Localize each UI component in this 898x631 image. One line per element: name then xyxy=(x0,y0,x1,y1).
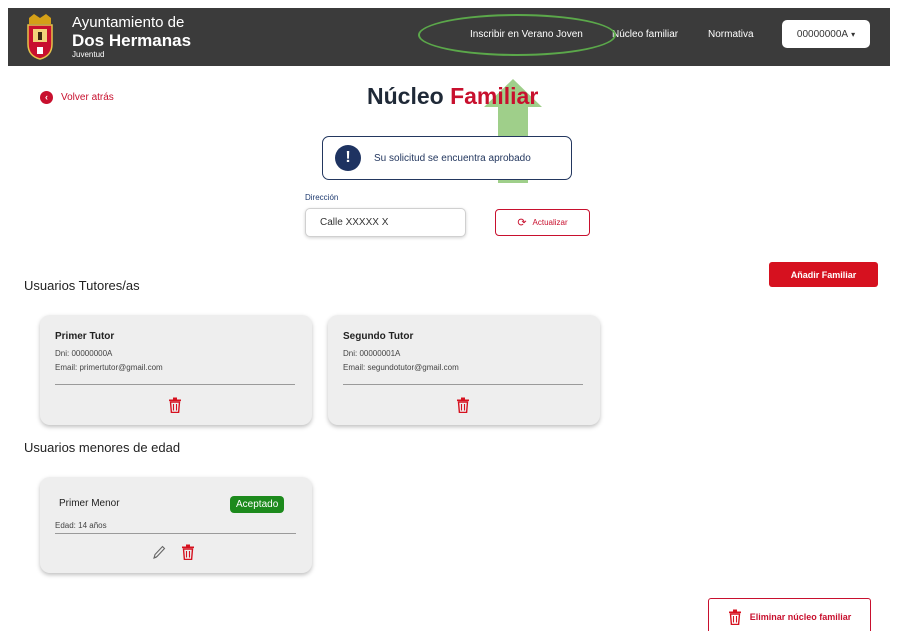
address-input[interactable] xyxy=(305,208,466,237)
trash-icon[interactable] xyxy=(168,397,182,413)
trash-icon[interactable] xyxy=(181,544,195,560)
refresh-button[interactable]: ⟳ Actualizar xyxy=(495,209,590,236)
trash-icon[interactable] xyxy=(456,397,470,413)
tutor-card: Segundo Tutor Dni: 00000001A Email: segu… xyxy=(328,315,600,425)
arrow-left-circle-icon: ‹ xyxy=(40,91,53,104)
status-badge: Aceptado xyxy=(230,496,285,513)
delete-family-unit-label: Eliminar núcleo familiar xyxy=(749,612,852,622)
minors-section-title: Usuarios menores de edad xyxy=(24,440,181,455)
tutor-card-title: Segundo Tutor xyxy=(343,331,414,342)
trash-icon xyxy=(728,609,741,625)
tutor-card-dni: Dni: 00000000A xyxy=(55,349,113,358)
add-family-member-button[interactable]: Añadir Familiar xyxy=(769,262,878,287)
tutor-card-email: Email: primertutor@gmail.com xyxy=(55,363,163,372)
nav-nucleo-familiar[interactable]: Núcleo familiar xyxy=(612,29,678,40)
coat-of-arms-logo xyxy=(27,14,53,60)
nav-inscribir-verano-joven[interactable]: Inscribir en Verano Joven xyxy=(470,29,583,40)
brand-title: Ayuntamiento de Dos Hermanas Juventud xyxy=(72,15,191,59)
address-label: Dirección xyxy=(305,193,339,202)
card-divider xyxy=(343,384,583,385)
status-alert: ! Su solicitud se encuentra aprobado xyxy=(322,136,572,180)
back-link[interactable]: ‹ Volver atrás xyxy=(40,91,114,104)
brand-line-2: Dos Hermanas xyxy=(72,31,192,50)
tutor-card: Primer Tutor Dni: 00000000A Email: prime… xyxy=(40,315,312,425)
refresh-button-label: Actualizar xyxy=(532,218,568,227)
refresh-icon: ⟳ xyxy=(517,217,527,229)
card-divider xyxy=(55,533,296,534)
brand-line-1: Ayuntamiento de xyxy=(72,14,185,31)
delete-family-unit-button[interactable]: Eliminar núcleo familiar xyxy=(708,598,871,631)
tutor-card-title: Primer Tutor xyxy=(55,331,115,342)
nav-normativa[interactable]: Normativa xyxy=(708,29,754,40)
status-alert-text: Su solicitud se encuentra aprobado xyxy=(374,152,531,164)
minor-card: Primer Menor Aceptado Edad: 14 años xyxy=(40,477,312,573)
exclamation-icon: ! xyxy=(335,145,361,171)
top-navbar: Ayuntamiento de Dos Hermanas Juventud In… xyxy=(8,8,890,66)
tutors-section-title: Usuarios Tutores/as xyxy=(24,278,140,293)
user-menu-label: 00000000A xyxy=(796,28,849,40)
minor-card-name: Primer Menor xyxy=(59,498,120,509)
chevron-down-icon: ▾ xyxy=(851,29,856,39)
user-menu-dropdown[interactable]: 00000000A ▾ xyxy=(782,20,870,48)
page-title-part-2: Familiar xyxy=(450,83,539,109)
brand-line-3: Juventud xyxy=(72,50,105,59)
minor-card-age: Edad: 14 años xyxy=(55,521,107,530)
pencil-icon[interactable] xyxy=(152,544,166,560)
page-title: Núcleo Familiar xyxy=(367,83,538,110)
back-link-label: Volver atrás xyxy=(61,92,114,103)
card-divider xyxy=(55,384,295,385)
tutor-card-dni: Dni: 00000001A xyxy=(343,349,401,358)
tutor-card-email: Email: segundotutor@gmail.com xyxy=(343,363,459,372)
page-title-part-1: Núcleo xyxy=(367,83,444,109)
